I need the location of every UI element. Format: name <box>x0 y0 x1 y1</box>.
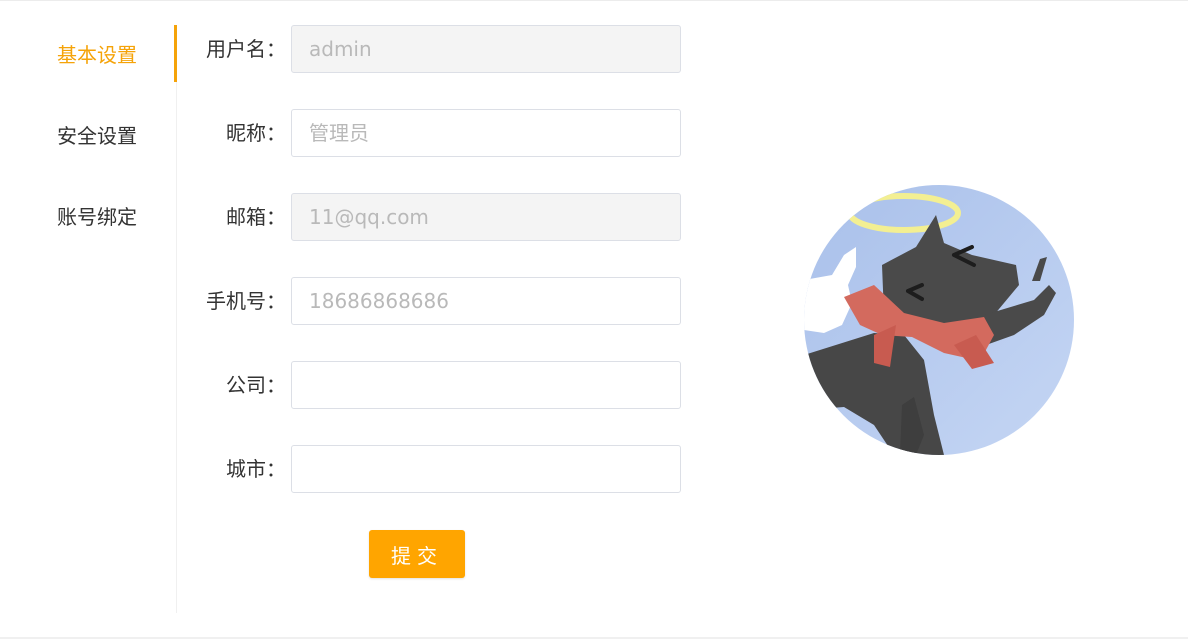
menu-item-account-binding[interactable]: 账号绑定 <box>0 187 176 244</box>
nickname-field[interactable] <box>291 109 681 157</box>
username-field <box>291 25 681 73</box>
phone-field[interactable] <box>291 277 681 325</box>
nickname-row: 昵称： <box>190 109 682 157</box>
city-label: 城市： <box>226 457 286 481</box>
menu-item-label: 基本设置 <box>57 43 137 67</box>
company-label: 公司： <box>226 373 286 397</box>
city-field[interactable] <box>291 445 681 493</box>
username-row: 用户名： <box>190 25 682 73</box>
menu-item-security-settings[interactable]: 安全设置 <box>0 106 176 163</box>
phone-row: 手机号： <box>190 277 682 325</box>
username-label: 用户名： <box>206 37 286 61</box>
phone-label: 手机号： <box>206 289 286 313</box>
settings-menu: 基本设置 安全设置 账号绑定 <box>0 25 177 613</box>
menu-item-label: 账号绑定 <box>57 205 137 229</box>
menu-item-basic-settings[interactable]: 基本设置 <box>0 25 177 82</box>
account-settings-page: 基本设置 安全设置 账号绑定 用户名： 昵称： 邮箱： 手机号： 公司： <box>0 0 1188 639</box>
avatar[interactable] <box>804 185 1074 455</box>
email-label: 邮箱： <box>226 205 286 229</box>
menu-item-label: 安全设置 <box>57 124 137 148</box>
cat-avatar-icon <box>804 185 1074 455</box>
company-row: 公司： <box>190 361 682 409</box>
submit-button[interactable]: 提交 <box>369 530 465 578</box>
nickname-label: 昵称： <box>226 121 286 145</box>
email-row: 邮箱： <box>190 193 682 241</box>
email-field <box>291 193 681 241</box>
company-field[interactable] <box>291 361 681 409</box>
city-row: 城市： <box>190 445 682 493</box>
